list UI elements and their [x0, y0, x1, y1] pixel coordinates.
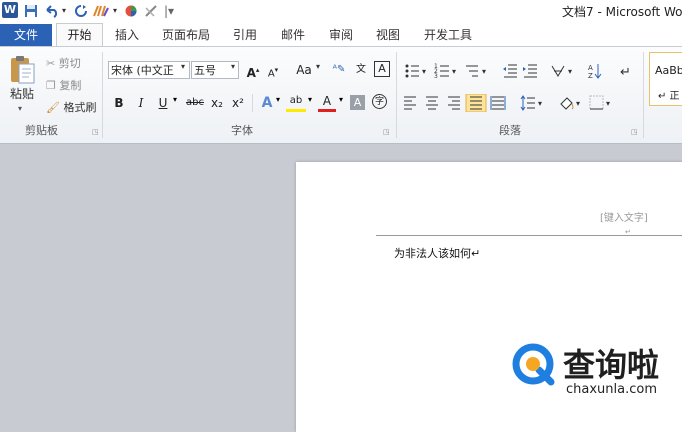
- strikethrough-icon: abc: [186, 97, 204, 108]
- italic-icon: I: [138, 96, 144, 110]
- grow-font-icon: A: [246, 66, 256, 80]
- enclose-characters-icon: 字: [374, 97, 384, 107]
- underline-dropdown-icon[interactable]: ▾: [173, 95, 177, 104]
- font-group-label: 字体: [231, 124, 253, 137]
- character-border-button[interactable]: A: [374, 61, 390, 77]
- highlight-button[interactable]: ab: [286, 94, 306, 112]
- phonetic-guide-button[interactable]: 文: [352, 61, 370, 79]
- clipboard-group-label: 剪贴板: [25, 124, 58, 137]
- font-face-value: 宋体 (中文正: [111, 64, 174, 77]
- bold-icon: B: [114, 96, 124, 110]
- grow-font-button[interactable]: A▴: [244, 61, 262, 80]
- style-sample: AaBb: [655, 64, 682, 77]
- customize-qat-icon[interactable]: |▾: [164, 2, 174, 20]
- underline-icon: U: [158, 96, 168, 110]
- paintbrush-icon: 🖌: [46, 101, 60, 114]
- font-size-dropdown-icon[interactable]: ▾: [231, 62, 235, 71]
- enclose-characters-button[interactable]: 字: [372, 94, 387, 109]
- clear-format-icon[interactable]: ᴬ✎: [330, 61, 348, 79]
- format-painter-label: 格式刷: [63, 101, 97, 114]
- font-color-dropdown-icon[interactable]: ▾: [339, 95, 343, 104]
- shrink-font-button[interactable]: A▾: [264, 61, 282, 79]
- paragraph-group-label: 段落: [499, 124, 521, 137]
- group-separator: [102, 52, 103, 138]
- tab-view[interactable]: 视图: [376, 26, 400, 44]
- copy-button[interactable]: ❐ 复制: [46, 78, 81, 96]
- underline-button[interactable]: U: [154, 94, 172, 112]
- scissors-icon: ✂: [46, 57, 56, 70]
- format-painter-button[interactable]: 🖌 格式刷: [46, 100, 96, 118]
- paragraph-launcher-icon[interactable]: ◳: [631, 128, 639, 136]
- change-case-icon: Aa: [296, 63, 312, 77]
- font-color-button[interactable]: A: [318, 94, 336, 112]
- font-face-select[interactable]: 宋体 (中文正: [108, 61, 190, 79]
- header-divider: [376, 235, 682, 236]
- tab-insert[interactable]: 插入: [115, 26, 139, 44]
- font-launcher-icon[interactable]: ◳: [383, 128, 391, 136]
- shrink-font-icon: A: [267, 68, 275, 80]
- paragraph-row1-hit[interactable]: [402, 60, 632, 80]
- tab-file[interactable]: 文件: [0, 24, 52, 46]
- clipboard-launcher-icon[interactable]: ◳: [92, 128, 100, 136]
- font-face-dropdown-icon[interactable]: ▾: [181, 62, 185, 71]
- tab-home[interactable]: 开始: [56, 23, 103, 48]
- copy-icon: ❐: [46, 79, 56, 92]
- strikethrough-button[interactable]: abc: [184, 94, 206, 112]
- style-name: ↵ 正: [658, 91, 680, 102]
- tab-developer[interactable]: 开发工具: [424, 26, 472, 44]
- tab-review[interactable]: 审阅: [329, 26, 353, 44]
- group-separator: [643, 52, 644, 138]
- superscript-icon: x²: [232, 96, 244, 110]
- watermark-logo-icon: [512, 343, 555, 386]
- superscript-button[interactable]: x²: [229, 94, 247, 112]
- header-placeholder[interactable]: [键入文字]: [600, 209, 648, 224]
- character-shading-button[interactable]: A: [350, 95, 365, 110]
- paint-dropdown-icon[interactable]: ▾: [113, 2, 117, 20]
- font-separator: [252, 94, 253, 112]
- watermark-url: chaxunla.com: [566, 382, 657, 397]
- font-size-value: 五号: [194, 64, 216, 77]
- change-case-dropdown-icon[interactable]: ▾: [316, 62, 320, 71]
- paste-dropdown-icon[interactable]: ▾: [18, 104, 22, 113]
- cut-button[interactable]: ✂ 剪切: [46, 56, 81, 74]
- undo-icon[interactable]: [44, 2, 60, 20]
- watermark-text: 查询啦: [563, 346, 660, 384]
- highlight-icon: ab: [289, 95, 303, 106]
- subscript-button[interactable]: x₂: [208, 94, 226, 112]
- document-body-text[interactable]: 为非法人该如何↵: [394, 245, 480, 261]
- paste-icon[interactable]: [8, 54, 36, 86]
- word-app-icon[interactable]: W: [2, 2, 18, 18]
- text-effects-icon: A: [261, 95, 273, 111]
- copy-label: 复制: [59, 79, 82, 92]
- bold-button[interactable]: B: [110, 94, 128, 112]
- font-color-icon: A: [322, 94, 332, 108]
- brush-icon[interactable]: [144, 2, 158, 20]
- undo-dropdown-icon[interactable]: ▾: [62, 2, 66, 20]
- highlight-dropdown-icon[interactable]: ▾: [308, 95, 312, 104]
- paragraph-row2-hit[interactable]: [402, 92, 632, 112]
- subscript-icon: x₂: [211, 96, 223, 110]
- save-icon[interactable]: [24, 2, 38, 20]
- phonetic-guide-icon: 文: [356, 64, 366, 75]
- format-paint-icon[interactable]: [92, 2, 110, 20]
- tab-references[interactable]: 引用: [233, 26, 257, 44]
- paste-button[interactable]: 粘贴: [10, 86, 34, 104]
- tab-page-layout[interactable]: 页面布局: [162, 26, 210, 44]
- window-title: 文档7 - Microsoft Wo: [562, 5, 682, 19]
- character-shading-icon: A: [353, 96, 362, 109]
- italic-button[interactable]: I: [132, 94, 150, 112]
- text-effects-button[interactable]: A: [258, 94, 276, 112]
- redo-icon[interactable]: [74, 2, 88, 20]
- color-icon[interactable]: [124, 2, 138, 20]
- cut-label: 剪切: [58, 57, 81, 70]
- character-border-icon: A: [378, 62, 386, 75]
- group-separator: [396, 52, 397, 138]
- text-effects-dropdown-icon[interactable]: ▾: [276, 95, 280, 104]
- change-case-button[interactable]: Aa: [292, 61, 316, 79]
- tab-mailings[interactable]: 邮件: [281, 26, 305, 44]
